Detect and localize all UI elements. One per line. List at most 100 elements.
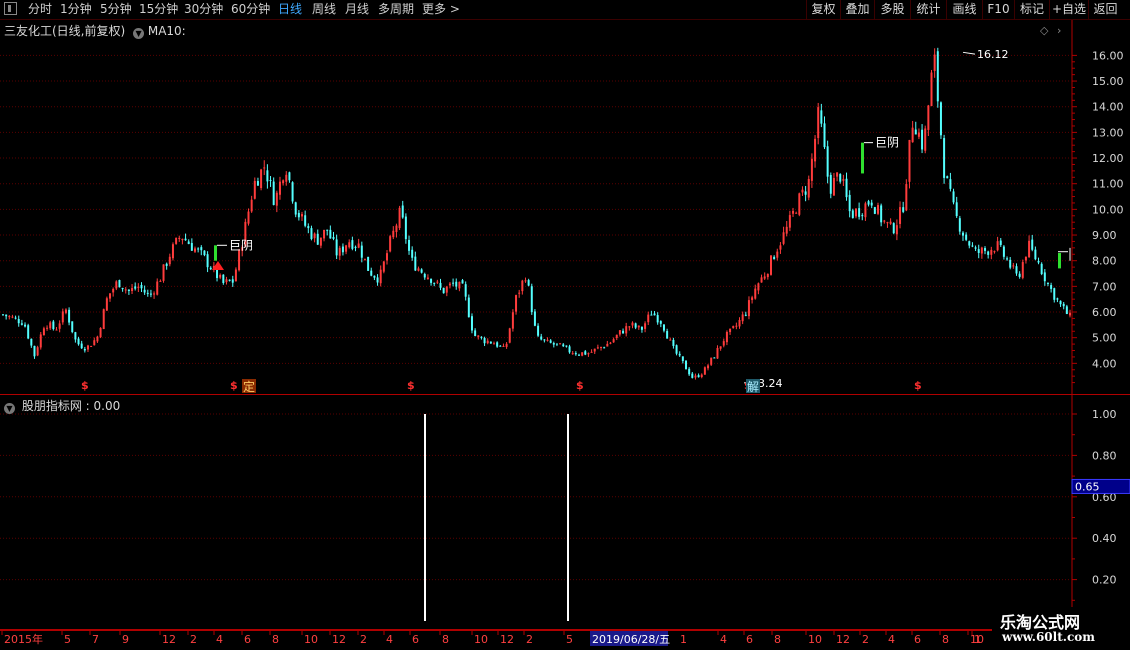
toolbar-button-8[interactable]: 返回 [1088, 0, 1122, 19]
candle-body [401, 205, 404, 218]
candle-body [669, 339, 672, 341]
big-bear-candle [1058, 252, 1061, 269]
candle-body [80, 343, 83, 349]
toolbar-button-5[interactable]: F10 [982, 0, 1014, 19]
toolbar-button-3[interactable]: 统计 [910, 0, 946, 19]
big-bear-candle [861, 142, 864, 174]
diamond-icon[interactable]: ◇ [1040, 24, 1048, 37]
candle-body [1009, 259, 1012, 268]
candle-body [952, 191, 955, 203]
dropdown-icon[interactable]: ▼ [133, 28, 145, 39]
candle-body [206, 254, 209, 268]
period-tab-7[interactable]: 周线 [312, 1, 336, 18]
time-axis-label: 5 [64, 633, 71, 646]
dividend-marker[interactable]: $ [576, 379, 584, 392]
toolbar-button-2[interactable]: 多股 [874, 0, 910, 19]
indicator-axis-label: 0.20 [1092, 574, 1117, 587]
period-tab-2[interactable]: 5分钟 [100, 1, 132, 18]
candle-body [530, 286, 533, 313]
candle-body [836, 172, 839, 177]
expand-icon[interactable]: › [1057, 24, 1061, 37]
price-chart[interactable]: 16.00 15.00 14.00 13.00 12.00 11.00 10.00 9.00 8… [0, 20, 1130, 395]
period-tab-1[interactable]: 1分钟 [60, 1, 92, 18]
candle-body [518, 292, 521, 294]
dividend-marker[interactable]: $ [81, 379, 89, 392]
dividend-marker[interactable]: $ [230, 379, 238, 392]
layout-toggle-icon[interactable] [4, 2, 17, 15]
candle-body [143, 289, 146, 293]
candle-body [86, 345, 89, 350]
candle-body [433, 282, 436, 284]
candle-body [716, 348, 719, 359]
candle-body [1065, 306, 1068, 315]
candle-body [109, 293, 112, 299]
candle-body [304, 215, 307, 226]
candle-body [949, 179, 952, 189]
time-axis-label: 1 [974, 633, 981, 646]
period-tab-8[interactable]: 月线 [345, 1, 369, 18]
indicator-chart[interactable]: 1.000.800.600.400.200.65 [0, 395, 1130, 631]
candle-body [200, 247, 203, 251]
candle-body [411, 249, 414, 258]
candle-body [20, 323, 23, 325]
candle-body [278, 181, 281, 195]
candle-body [316, 233, 319, 245]
candle-body [565, 345, 568, 347]
candle-body [1015, 266, 1018, 274]
toolbar-button-6[interactable]: 标记 [1014, 0, 1049, 19]
candle-body [508, 328, 511, 343]
indicator-panel-title: ▼ 股朋指标网 : 0.00 [4, 397, 120, 414]
period-tab-10[interactable]: 更多 > [422, 1, 460, 18]
candle-body [782, 232, 785, 244]
candle-body [877, 205, 880, 214]
time-axis-label: 6 [412, 633, 419, 646]
candle-body [156, 281, 159, 295]
period-tab-0[interactable]: 分时 [28, 1, 52, 18]
period-tab-4[interactable]: 30分钟 [184, 1, 223, 18]
candle-body [1043, 272, 1046, 282]
candle-body [628, 326, 631, 328]
candle-body [955, 202, 958, 217]
price-axis-label: 13.00 [1092, 126, 1124, 139]
candle-body [370, 270, 373, 276]
candle-body [345, 245, 348, 252]
time-axis-label: 2 [190, 633, 197, 646]
dropdown-icon[interactable]: ▼ [4, 403, 15, 414]
candle-body [880, 205, 883, 223]
candle-body [776, 251, 779, 258]
tag-jie[interactable]: 解 [747, 380, 759, 394]
period-tab-6[interactable]: 日线 [278, 1, 302, 18]
tag-ding[interactable]: 定 [243, 379, 255, 394]
candle-body [395, 225, 398, 232]
watermark-url: www.60lt.com [1002, 630, 1095, 644]
candle-body [105, 298, 108, 311]
candle-body [832, 178, 835, 196]
candle-body [946, 176, 949, 179]
candle-body [131, 288, 134, 292]
time-axis-label: 8 [774, 633, 781, 646]
candle-body [301, 214, 304, 217]
big-bear-candle [214, 245, 217, 261]
time-axis-label: 8 [942, 633, 949, 646]
toolbar-button-1[interactable]: 叠加 [840, 0, 874, 19]
candle-body [977, 249, 980, 253]
candle-body [64, 309, 67, 313]
candle-body [162, 264, 165, 281]
period-tab-3[interactable]: 15分钟 [139, 1, 178, 18]
candle-body [593, 348, 596, 352]
candle-body [691, 373, 694, 378]
candle-body [234, 269, 237, 282]
dividend-marker[interactable]: $ [914, 379, 922, 392]
period-tab-9[interactable]: 多周期 [378, 1, 414, 18]
candle-body [785, 226, 788, 234]
candle-body [134, 286, 137, 289]
toolbar-button-4[interactable]: 画线 [946, 0, 982, 19]
period-tab-5[interactable]: 60分钟 [231, 1, 270, 18]
candle-body [533, 311, 536, 326]
dividend-marker[interactable]: $ [407, 379, 415, 392]
candle-body [829, 174, 832, 194]
toolbar-button-0[interactable]: 复权 [806, 0, 840, 19]
toolbar-button-7[interactable]: +自选 [1049, 0, 1088, 19]
cursor-value-label: 0.65 [1075, 480, 1100, 493]
candle-body [294, 202, 297, 215]
